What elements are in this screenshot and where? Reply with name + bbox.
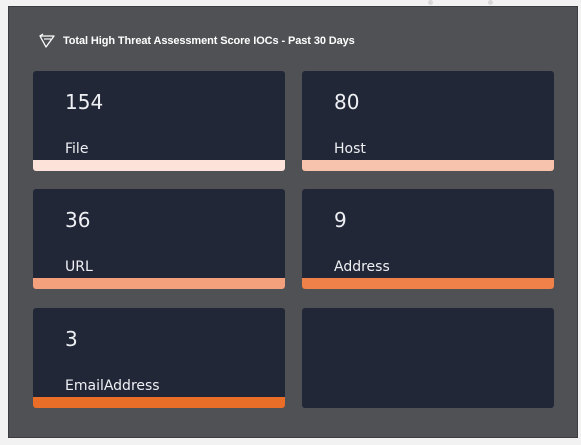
ioc-type-label: Address [334,259,390,275]
ioc-type-label: URL [65,259,93,275]
dot [488,0,493,5]
ioc-count: 3 [65,327,78,351]
ioc-severity-bar [33,278,285,289]
ioc-tile-emailaddress[interactable]: 3 EmailAddress [33,308,285,408]
flag-triangle-icon [39,33,57,49]
ioc-severity-bar [302,278,554,289]
panel-header: Total High Threat Assessment Score IOCs … [39,31,355,51]
ioc-type-label: EmailAddress [65,378,160,394]
ioc-severity-bar [302,160,554,171]
ioc-count: 154 [65,90,104,114]
ioc-type-label: File [65,141,89,157]
ioc-tile-empty [302,308,554,408]
panel-title: Total High Threat Assessment Score IOCs … [63,35,355,47]
dot [428,0,433,5]
ioc-severity-bar [33,397,285,408]
ioc-count: 9 [334,208,347,232]
ioc-tile-host[interactable]: 80 Host [302,71,554,171]
ioc-count: 80 [334,90,360,114]
ioc-tile-address[interactable]: 9 Address [302,189,554,289]
ioc-tile-file[interactable]: 154 File [33,71,285,171]
ioc-tile-url[interactable]: 36 URL [33,189,285,289]
ioc-type-label: Host [334,141,366,157]
ioc-count: 36 [65,208,91,232]
ioc-severity-bar [33,160,285,171]
